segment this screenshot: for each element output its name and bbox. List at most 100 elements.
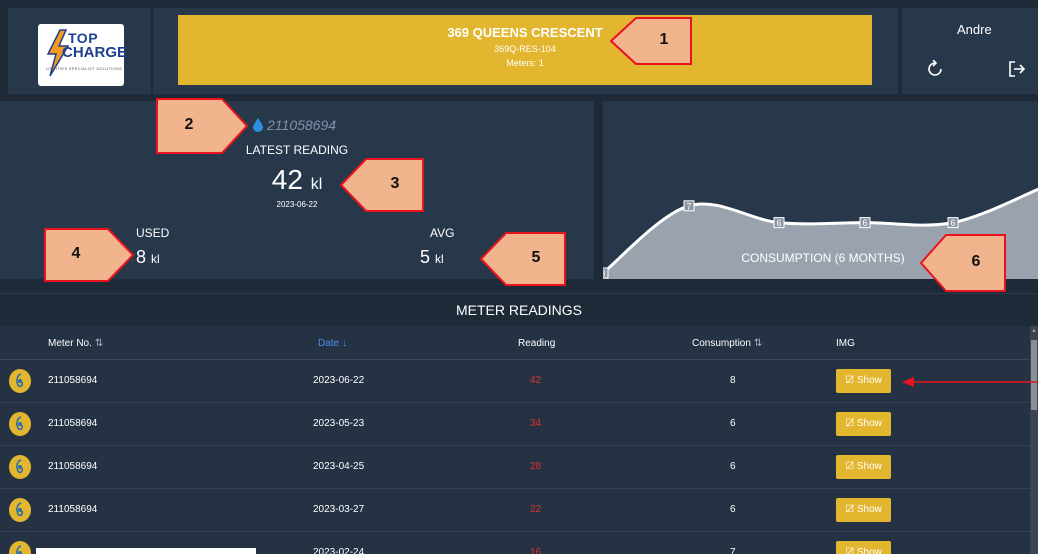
callout-6: 6 (920, 234, 1006, 292)
external-link-icon: ☐̸ (845, 418, 857, 429)
external-link-icon: ☐̸ (845, 461, 857, 472)
refresh-icon[interactable] (926, 60, 944, 78)
table-row: 211058694 2023-03-27 22 6 ☐̸ Show (0, 489, 1030, 532)
cell-reading: 28 (530, 461, 542, 472)
chart-point-label: 7 (686, 201, 691, 211)
logo-tagline: UTILITIES SPECIALIST SOLUTIONS (46, 66, 123, 71)
latest-value-number: 42 (271, 164, 303, 195)
cell-meter-no: 211058694 (48, 418, 98, 429)
cell-meter-no: 211058694 (48, 375, 98, 386)
avg-label: AVG (430, 226, 455, 240)
col-meter-no[interactable]: Meter No. ⇅ (48, 338, 103, 349)
chart-point-label: 6 (950, 218, 955, 228)
chart-point: 7 (683, 200, 695, 212)
external-link-icon: ☐̸ (845, 375, 857, 386)
cell-date: 2023-06-22 (313, 375, 365, 386)
scroll-up-arrow-icon[interactable]: ▲ (1031, 328, 1037, 334)
property-name: 369 QUEENS CRESCENT (447, 25, 603, 40)
chart-point-label: 6 (776, 218, 781, 228)
show-label: Show (856, 418, 882, 429)
col-img: IMG (836, 338, 855, 349)
cell-consumption: 6 (730, 461, 736, 472)
user-name: Andre (957, 22, 992, 37)
sort-icon: ⇅ (753, 338, 763, 349)
callout-number: 1 (659, 31, 669, 48)
cell-date: 2023-05-23 (313, 418, 365, 429)
latest-reading-value: 42 kl (0, 164, 594, 196)
meter-dashboard: TOP CHARGE UTILITIES SPECIALIST SOLUTION… (0, 0, 1038, 554)
show-label: Show (856, 504, 882, 515)
cell-reading: 34 (530, 418, 542, 429)
external-link-icon: ☐̸ (845, 504, 857, 515)
col-meter-no-label: Meter No. (48, 338, 92, 349)
chart-point: 6 (773, 217, 785, 228)
show-image-button[interactable]: ☐̸ Show (836, 498, 891, 522)
callout-number: 5 (531, 249, 541, 266)
callout-3: 3 (340, 158, 424, 212)
annotation-arrow (902, 377, 1038, 387)
cell-reading: 42 (530, 375, 542, 386)
avg-number: 5 (420, 247, 431, 267)
avg-value: 5 kl (420, 247, 444, 268)
cell-date: 2023-02-24 (313, 547, 365, 554)
show-image-button[interactable]: ☐̸ Show (836, 369, 891, 393)
meter-gauge-icon[interactable] (9, 498, 31, 522)
logo-text-main: CHARGE (62, 44, 128, 61)
cell-reading: 16 (530, 547, 542, 554)
chart-point: 3 (603, 267, 609, 279)
used-label: USED (136, 226, 170, 240)
meter-gauge-icon[interactable] (9, 541, 31, 554)
chart-point: 6 (947, 217, 959, 228)
meter-gauge-icon[interactable] (9, 369, 31, 393)
table-row: 211058694 2023-06-22 42 8 ☐̸ Show (0, 360, 1030, 403)
used-number: 8 (136, 247, 147, 267)
callout-number: 4 (71, 245, 81, 262)
meter-id: 211058694 (253, 117, 336, 133)
table-scrollbar[interactable]: ▲ (1030, 326, 1038, 554)
callout-5: 5 (480, 232, 566, 286)
property-code: 369Q-RES-104 (494, 44, 556, 54)
avg-unit: kl (435, 252, 444, 266)
meter-gauge-icon[interactable] (9, 455, 31, 479)
cell-meter-no: 211058694 (48, 504, 98, 515)
top-charge-logo[interactable]: TOP CHARGE UTILITIES SPECIALIST SOLUTION… (38, 24, 128, 86)
cell-consumption: 8 (730, 375, 736, 386)
col-img-label: IMG (836, 338, 855, 349)
cell-consumption: 6 (730, 418, 736, 429)
table-row: 211058694 2023-05-23 34 6 ☐̸ Show (0, 403, 1030, 446)
sort-icon: ⇅ (94, 338, 104, 349)
callout-number: 2 (184, 116, 194, 133)
meter-readings-title: METER READINGS (0, 293, 1038, 325)
callout-number: 3 (390, 175, 400, 192)
show-image-button[interactable]: ☐̸ Show (836, 412, 891, 436)
property-banner: 369 QUEENS CRESCENT 369Q-RES-104 Meters:… (178, 15, 872, 85)
cell-reading: 22 (530, 504, 542, 515)
show-label: Show (856, 461, 882, 472)
cell-consumption: 7 (730, 547, 736, 554)
table-header: Meter No. ⇅ Date ↓ Reading Consumption ⇅ IM… (0, 326, 1030, 360)
col-reading[interactable]: Reading (518, 338, 555, 349)
meters-count: Meters: 1 (506, 58, 544, 68)
latest-value-unit: kl (310, 176, 323, 193)
chart-point-label: 3 (603, 269, 606, 279)
meter-number: 211058694 (267, 117, 337, 133)
latest-reading-label: LATEST READING (245, 143, 349, 157)
show-label: Show (856, 375, 882, 386)
col-consumption-label: Consumption (692, 338, 751, 349)
sort-desc-icon: ↓ (342, 338, 348, 349)
col-date[interactable]: Date ↓ (318, 338, 347, 349)
meter-gauge-icon[interactable] (9, 412, 31, 436)
logo-panel: TOP CHARGE UTILITIES SPECIALIST SOLUTION… (8, 8, 151, 94)
used-unit: kl (151, 252, 160, 266)
show-image-button[interactable]: ☐̸ Show (836, 455, 891, 479)
cell-date: 2023-04-25 (313, 461, 365, 472)
col-date-label: Date (318, 338, 340, 349)
used-value: 8 kl (136, 247, 160, 268)
col-consumption[interactable]: Consumption ⇅ (692, 338, 762, 349)
chart-point-label: 6 (862, 218, 867, 228)
logout-icon[interactable] (1008, 60, 1026, 78)
show-image-button[interactable]: ☐̸ Show (836, 541, 891, 554)
cell-consumption: 6 (730, 504, 736, 515)
latest-reading-date: 2023-06-22 (276, 200, 318, 209)
cell-date: 2023-03-27 (313, 504, 365, 515)
